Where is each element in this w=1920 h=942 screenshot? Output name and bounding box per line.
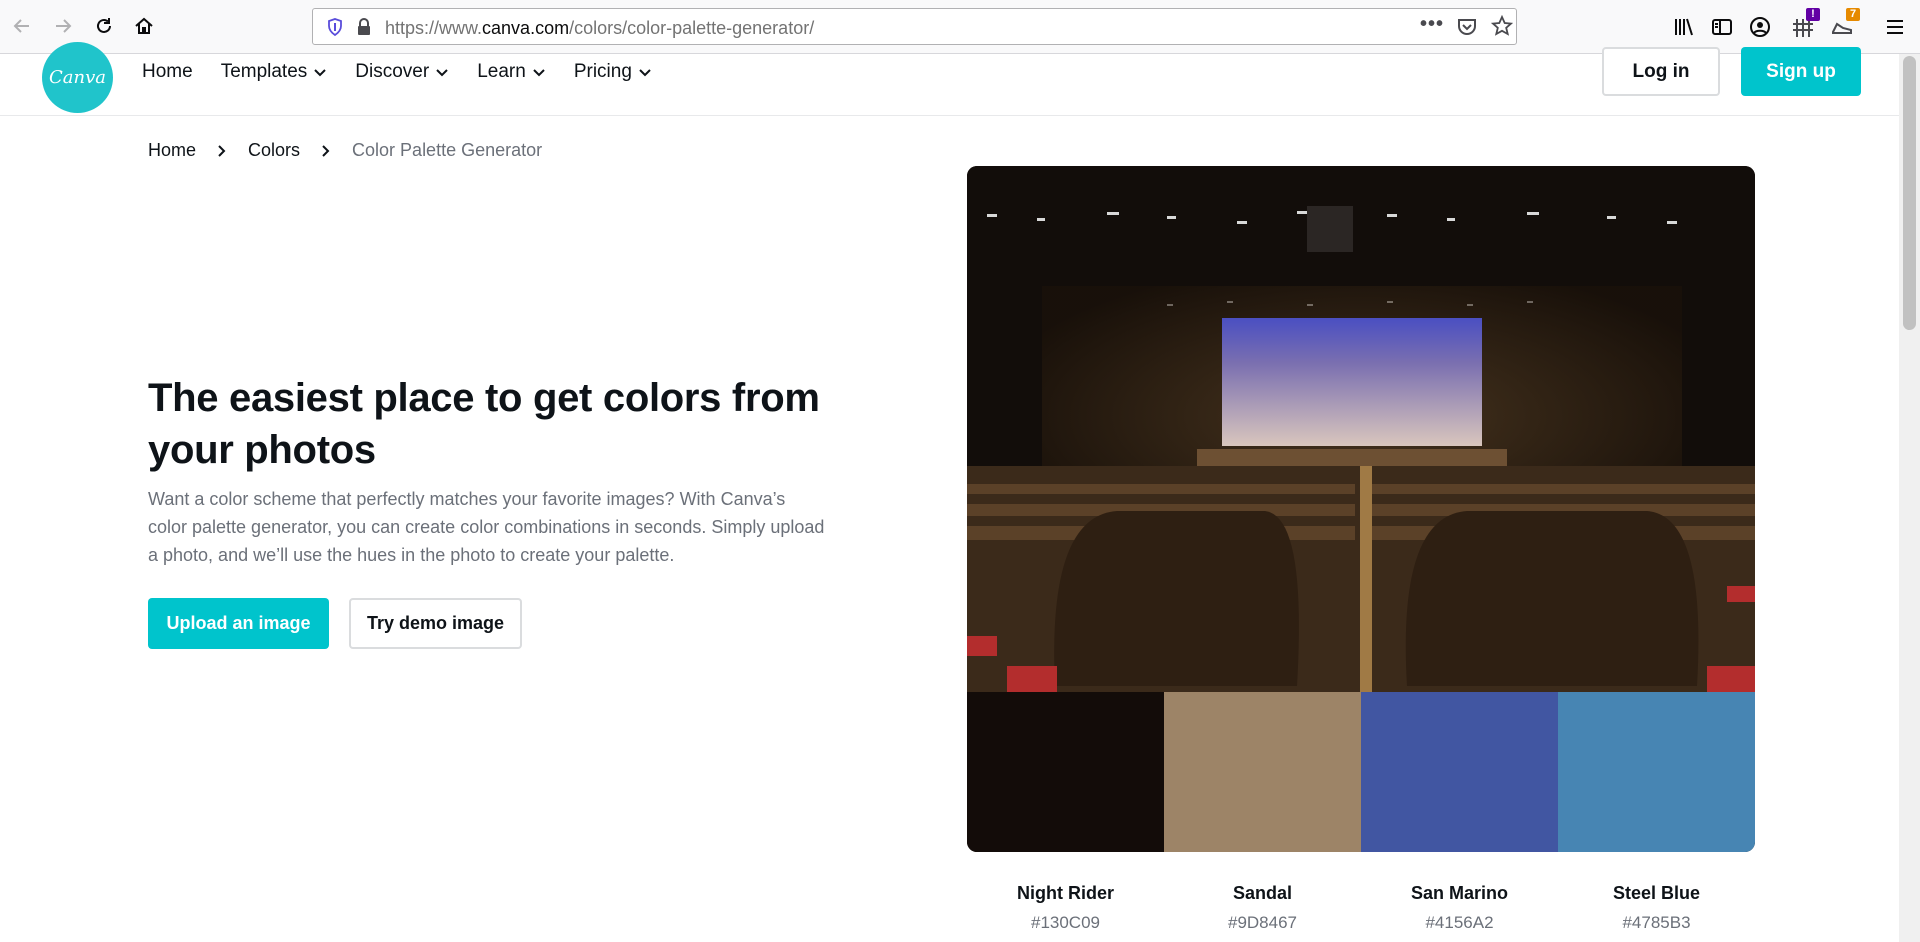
menu-hamburger-icon[interactable] — [1880, 12, 1910, 42]
breadcrumb: Home Colors Color Palette Generator — [148, 140, 542, 161]
swatch-hex[interactable]: #4785B3 — [1558, 913, 1755, 933]
logo-text: Canva — [49, 67, 106, 88]
pocket-icon[interactable] — [1456, 16, 1478, 43]
nav-templates[interactable]: Templates — [221, 61, 328, 83]
chevron-down-icon — [533, 69, 545, 77]
swatch-name: Sandal — [1232, 883, 1293, 903]
breadcrumb-current: Color Palette Generator — [352, 140, 543, 160]
swatch-hex[interactable]: #130C09 — [967, 913, 1164, 933]
breadcrumb-colors[interactable]: Colors — [248, 140, 300, 161]
nav-discover[interactable]: Discover — [355, 61, 449, 83]
swatch-hex[interactable]: #4156A2 — [1361, 913, 1558, 933]
swatch-label: Steel Blue #4785B3 — [1558, 883, 1755, 933]
canva-logo[interactable]: Canva — [42, 42, 113, 113]
scrollbar-thumb[interactable] — [1903, 56, 1916, 330]
page-scrollbar[interactable] — [1899, 54, 1920, 942]
nav-home[interactable]: Home — [142, 61, 193, 83]
home-button[interactable] — [128, 10, 160, 42]
swatch-label: Sandal #9D8467 — [1164, 883, 1361, 933]
account-icon[interactable] — [1745, 12, 1775, 42]
bookmark-star-icon[interactable] — [1490, 14, 1514, 42]
hero-description: Want a color scheme that perfectly match… — [148, 489, 825, 565]
back-arrow-icon — [13, 19, 29, 33]
nav-templates-label: Templates — [220, 61, 308, 82]
nav-home-label: Home — [142, 61, 193, 82]
back-button[interactable] — [6, 10, 38, 42]
swatch-night-rider[interactable] — [967, 692, 1164, 852]
page-title: The easiest place to get colors from you… — [148, 376, 820, 472]
extension-badge: ! — [1806, 8, 1820, 21]
chevron-right-icon — [320, 144, 332, 158]
extension-badge-2: 7 — [1846, 8, 1860, 21]
reload-icon — [97, 18, 111, 33]
main-nav: Home Templates Discover Learn Pricing — [142, 54, 680, 90]
swatch-san-marino[interactable] — [1361, 692, 1558, 852]
swatch-name: Night Rider — [1017, 883, 1114, 903]
forward-arrow-icon — [56, 19, 72, 33]
palette-card — [967, 166, 1755, 852]
swatch-label: Night Rider #130C09 — [967, 883, 1164, 933]
nav-pricing[interactable]: Pricing — [574, 61, 652, 83]
chevron-right-icon — [216, 144, 228, 158]
home-icon — [135, 17, 153, 34]
tracking-protection-icon[interactable] — [325, 17, 345, 42]
url-text: https://www.canva.com/colors/color-palet… — [385, 18, 815, 38]
forward-button[interactable] — [47, 10, 79, 42]
nav-pricing-label: Pricing — [573, 61, 632, 82]
try-demo-button[interactable]: Try demo image — [349, 598, 522, 649]
theater-photo — [967, 166, 1755, 692]
nav-discover-label: Discover — [355, 61, 430, 82]
sidebar-icon[interactable] — [1707, 12, 1737, 42]
swatch-label: San Marino #4156A2 — [1361, 883, 1558, 933]
swatch-name: San Marino — [1410, 883, 1508, 903]
swatch-steel-blue[interactable] — [1558, 692, 1755, 852]
signup-button[interactable]: Sign up — [1741, 47, 1861, 96]
swatch-labels: Night Rider #130C09 Sandal #9D8467 San M… — [967, 883, 1755, 933]
page-actions-ellipsis-icon[interactable]: ••• — [1420, 13, 1444, 36]
swatch-hex[interactable]: #9D8467 — [1164, 913, 1361, 933]
lock-icon[interactable] — [355, 17, 373, 42]
browser-toolbar: https://www.canva.com/colors/color-palet… — [0, 0, 1920, 54]
chevron-down-icon — [436, 69, 448, 77]
chevron-down-icon — [639, 69, 651, 77]
swatch-name: Steel Blue — [1612, 883, 1701, 903]
palette-swatches — [967, 692, 1755, 852]
swatch-sandal[interactable] — [1164, 692, 1361, 852]
login-button[interactable]: Log in — [1602, 47, 1720, 96]
reload-button[interactable] — [88, 10, 120, 42]
site-header: Canva Home Templates Discover Learn Pric… — [0, 42, 1899, 116]
breadcrumb-home[interactable]: Home — [148, 140, 196, 161]
nav-learn[interactable]: Learn — [477, 61, 546, 83]
url-bar[interactable]: https://www.canva.com/colors/color-palet… — [312, 8, 1517, 45]
upload-image-button[interactable]: Upload an image — [148, 598, 329, 649]
chevron-down-icon — [314, 69, 327, 77]
extension-grid-icon[interactable]: ! — [1788, 8, 1820, 42]
library-icon[interactable] — [1669, 12, 1699, 42]
extension-shoe-icon[interactable]: 7 — [1828, 8, 1860, 42]
nav-learn-label: Learn — [477, 61, 526, 82]
